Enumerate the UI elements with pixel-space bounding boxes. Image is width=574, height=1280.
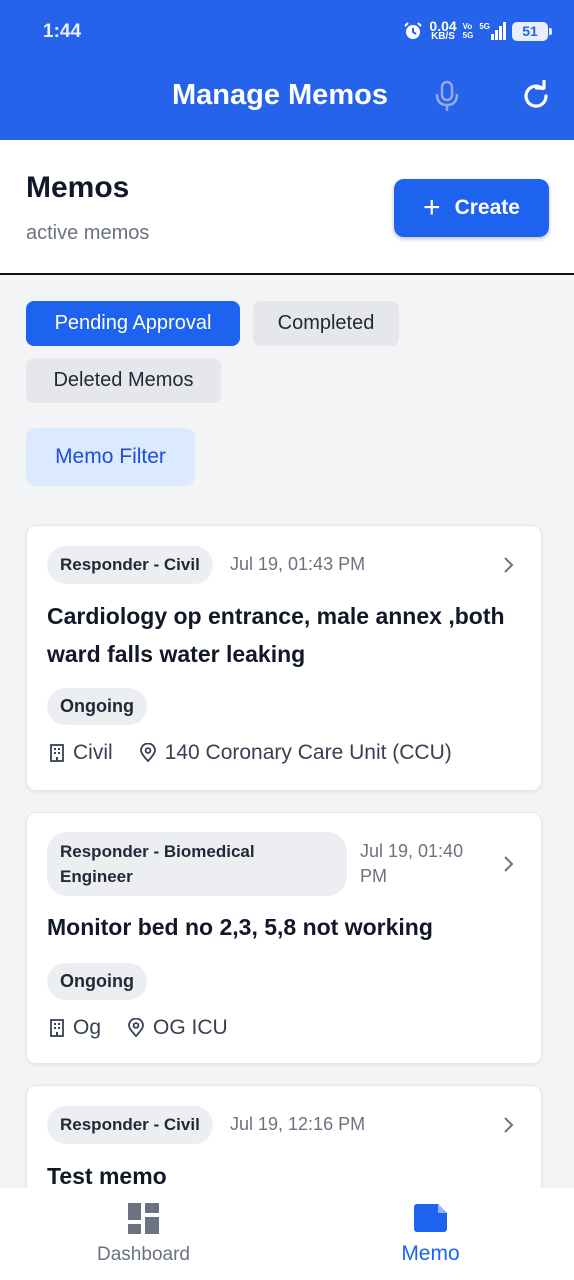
battery-icon: 51: [512, 21, 552, 41]
create-label: Create: [454, 196, 520, 219]
department-label: Og: [73, 1016, 102, 1039]
location-pin-icon: [139, 743, 156, 763]
responder-line-2: Engineer: [60, 867, 133, 886]
memo-time-line-1: Jul 19, 01:40: [360, 841, 464, 861]
volte-indicator: Vo 5G: [463, 22, 474, 40]
responder-chip: Responder - Biomedical Engineer: [47, 832, 347, 896]
memo-title: Monitor bed no 2,3, 5,8 not working: [47, 914, 433, 940]
volte-top: Vo: [462, 22, 473, 31]
location-label: 140 Coronary Care Unit (CCU): [164, 741, 452, 764]
memo-filter-button[interactable]: Memo Filter: [26, 428, 195, 486]
chevron-right-icon[interactable]: [501, 1115, 515, 1135]
memo-time: Jul 19, 12:16 PM: [230, 1114, 366, 1134]
mic-icon[interactable]: [433, 80, 461, 112]
department-label: Civil: [73, 741, 113, 764]
dashboard-icon: [128, 1203, 159, 1234]
net-speed: 0.04 KB/S: [429, 19, 456, 42]
page-subtitle: active memos: [26, 222, 150, 244]
memo-time: Jul 19, 01:43 PM: [230, 554, 366, 574]
volte-bottom: 5G: [462, 31, 474, 40]
signal-icon: 5G: [479, 22, 506, 40]
building-icon: [50, 1019, 64, 1037]
bottom-navigation: Dashboard Memo: [0, 1188, 574, 1280]
app-title: Manage Memos: [172, 79, 388, 111]
network-type: 5G: [479, 22, 490, 31]
chevron-right-icon[interactable]: [501, 555, 515, 575]
location-pin-icon: [128, 1018, 144, 1038]
memo-card[interactable]: Responder - Civil Jul 19, 01:43 PM Cardi…: [26, 525, 542, 791]
memo-meta: Og OG ICU: [49, 1016, 228, 1040]
nav-dashboard-label: Dashboard: [97, 1244, 190, 1265]
memo-title: Cardiology op entrance, male annex ,both…: [47, 603, 505, 667]
building-icon: [50, 744, 64, 762]
status-badge: Ongoing: [47, 688, 147, 725]
tab-deleted-memos[interactable]: Deleted Memos: [26, 358, 221, 403]
memo-time-line-2: PM: [360, 866, 387, 886]
net-speed-unit: KB/S: [431, 31, 455, 42]
plus-icon: +: [423, 191, 441, 224]
status-badge: Ongoing: [47, 963, 147, 1000]
status-icons: 0.04 KB/S Vo 5G 5G 51: [403, 19, 552, 42]
memo-time: Jul 19, 01:40 PM: [360, 839, 463, 889]
responder-line-1: Responder - Biomedical: [60, 842, 255, 861]
nav-memo-label: Memo: [401, 1242, 460, 1265]
page-title: Memos: [26, 171, 130, 204]
responder-chip: Responder - Civil: [47, 546, 213, 584]
nav-dashboard[interactable]: Dashboard: [0, 1188, 287, 1280]
memo-meta: Civil 140 Coronary Care Unit (CCU): [49, 741, 452, 765]
location-label: OG ICU: [153, 1016, 228, 1039]
alarm-icon: [404, 22, 423, 39]
memo-icon: [414, 1204, 447, 1232]
top-app-bar: 1:44 0.04 KB/S Vo 5G 5G 51 Manage Memos: [0, 0, 574, 140]
memo-card[interactable]: Responder - Biomedical Engineer Jul 19, …: [26, 812, 542, 1064]
nav-memo[interactable]: Memo: [287, 1188, 574, 1280]
create-button[interactable]: + Create: [394, 179, 549, 237]
tab-completed[interactable]: Completed: [253, 301, 399, 346]
refresh-icon[interactable]: [520, 80, 552, 112]
status-time: 1:44: [43, 21, 82, 42]
tab-pending-approval[interactable]: Pending Approval: [26, 301, 240, 346]
page-header: Memos active memos + Create: [0, 140, 574, 275]
responder-chip: Responder - Civil: [47, 1106, 213, 1144]
chevron-right-icon[interactable]: [501, 854, 515, 874]
